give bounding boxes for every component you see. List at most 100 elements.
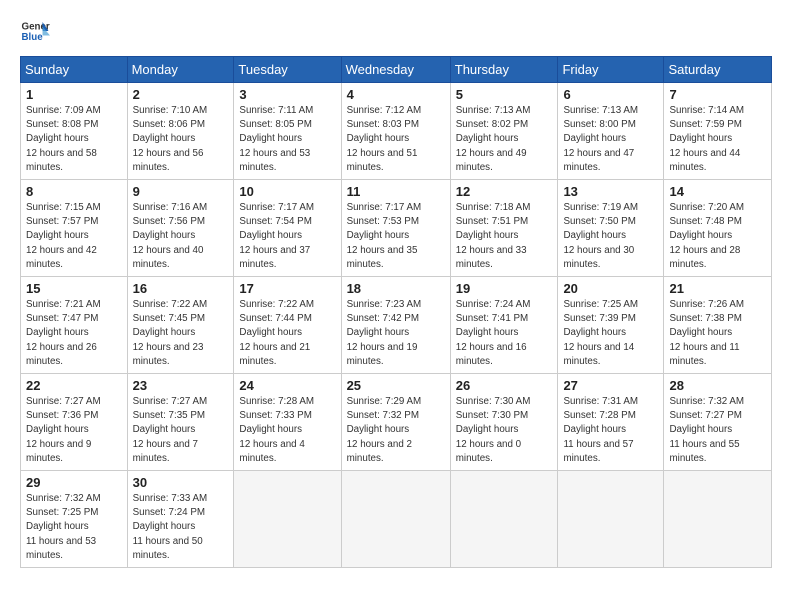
day-cell: 1 Sunrise: 7:09 AMSunset: 8:08 PMDayligh… xyxy=(21,83,128,180)
weekday-header-friday: Friday xyxy=(558,57,664,83)
day-cell: 9 Sunrise: 7:16 AMSunset: 7:56 PMDayligh… xyxy=(127,180,234,277)
day-info: Sunrise: 7:22 AMSunset: 7:45 PMDaylight … xyxy=(133,299,208,367)
day-cell: 27 Sunrise: 7:31 AMSunset: 7:28 PMDaylig… xyxy=(558,374,664,471)
day-info: Sunrise: 7:30 AMSunset: 7:30 PMDaylight … xyxy=(456,396,531,464)
day-info: Sunrise: 7:17 AMSunset: 7:54 PMDaylight … xyxy=(239,202,314,270)
day-info: Sunrise: 7:16 AMSunset: 7:56 PMDaylight … xyxy=(133,202,208,270)
day-cell xyxy=(664,471,772,568)
svg-text:Blue: Blue xyxy=(22,32,44,43)
day-cell: 10 Sunrise: 7:17 AMSunset: 7:54 PMDaylig… xyxy=(234,180,341,277)
day-cell xyxy=(341,471,450,568)
week-row-1: 1 Sunrise: 7:09 AMSunset: 8:08 PMDayligh… xyxy=(21,83,772,180)
day-number: 28 xyxy=(669,378,766,393)
day-info: Sunrise: 7:17 AMSunset: 7:53 PMDaylight … xyxy=(347,202,422,270)
day-info: Sunrise: 7:14 AMSunset: 7:59 PMDaylight … xyxy=(669,105,744,173)
day-number: 13 xyxy=(563,184,658,199)
logo-icon: General Blue xyxy=(20,16,50,46)
day-info: Sunrise: 7:15 AMSunset: 7:57 PMDaylight … xyxy=(26,202,101,270)
day-number: 16 xyxy=(133,281,229,296)
week-row-5: 29 Sunrise: 7:32 AMSunset: 7:25 PMDaylig… xyxy=(21,471,772,568)
weekday-header-tuesday: Tuesday xyxy=(234,57,341,83)
day-info: Sunrise: 7:28 AMSunset: 7:33 PMDaylight … xyxy=(239,396,314,464)
day-cell: 30 Sunrise: 7:33 AMSunset: 7:24 PMDaylig… xyxy=(127,471,234,568)
page-container: General Blue SundayMondayTuesdayWednesda… xyxy=(0,0,792,578)
weekday-header-monday: Monday xyxy=(127,57,234,83)
weekday-header-thursday: Thursday xyxy=(450,57,558,83)
day-number: 29 xyxy=(26,475,122,490)
day-cell: 22 Sunrise: 7:27 AMSunset: 7:36 PMDaylig… xyxy=(21,374,128,471)
weekday-header-wednesday: Wednesday xyxy=(341,57,450,83)
day-cell: 19 Sunrise: 7:24 AMSunset: 7:41 PMDaylig… xyxy=(450,277,558,374)
day-cell: 13 Sunrise: 7:19 AMSunset: 7:50 PMDaylig… xyxy=(558,180,664,277)
weekday-header-row: SundayMondayTuesdayWednesdayThursdayFrid… xyxy=(21,57,772,83)
day-info: Sunrise: 7:27 AMSunset: 7:36 PMDaylight … xyxy=(26,396,101,464)
day-info: Sunrise: 7:25 AMSunset: 7:39 PMDaylight … xyxy=(563,299,638,367)
day-number: 1 xyxy=(26,87,122,102)
day-cell: 29 Sunrise: 7:32 AMSunset: 7:25 PMDaylig… xyxy=(21,471,128,568)
day-cell: 28 Sunrise: 7:32 AMSunset: 7:27 PMDaylig… xyxy=(664,374,772,471)
day-info: Sunrise: 7:20 AMSunset: 7:48 PMDaylight … xyxy=(669,202,744,270)
day-number: 14 xyxy=(669,184,766,199)
day-number: 17 xyxy=(239,281,335,296)
day-cell: 6 Sunrise: 7:13 AMSunset: 8:00 PMDayligh… xyxy=(558,83,664,180)
day-info: Sunrise: 7:19 AMSunset: 7:50 PMDaylight … xyxy=(563,202,638,270)
day-info: Sunrise: 7:23 AMSunset: 7:42 PMDaylight … xyxy=(347,299,422,367)
day-info: Sunrise: 7:13 AMSunset: 8:02 PMDaylight … xyxy=(456,105,531,173)
day-cell: 2 Sunrise: 7:10 AMSunset: 8:06 PMDayligh… xyxy=(127,83,234,180)
day-cell xyxy=(234,471,341,568)
calendar-table: SundayMondayTuesdayWednesdayThursdayFrid… xyxy=(20,56,772,568)
day-cell: 3 Sunrise: 7:11 AMSunset: 8:05 PMDayligh… xyxy=(234,83,341,180)
day-info: Sunrise: 7:33 AMSunset: 7:24 PMDaylight … xyxy=(133,493,208,561)
day-cell: 16 Sunrise: 7:22 AMSunset: 7:45 PMDaylig… xyxy=(127,277,234,374)
day-cell: 14 Sunrise: 7:20 AMSunset: 7:48 PMDaylig… xyxy=(664,180,772,277)
day-info: Sunrise: 7:09 AMSunset: 8:08 PMDaylight … xyxy=(26,105,101,173)
day-number: 27 xyxy=(563,378,658,393)
day-number: 11 xyxy=(347,184,445,199)
logo: General Blue xyxy=(20,16,50,46)
day-cell: 17 Sunrise: 7:22 AMSunset: 7:44 PMDaylig… xyxy=(234,277,341,374)
day-info: Sunrise: 7:18 AMSunset: 7:51 PMDaylight … xyxy=(456,202,531,270)
day-number: 18 xyxy=(347,281,445,296)
day-info: Sunrise: 7:13 AMSunset: 8:00 PMDaylight … xyxy=(563,105,638,173)
day-number: 10 xyxy=(239,184,335,199)
day-cell: 23 Sunrise: 7:27 AMSunset: 7:35 PMDaylig… xyxy=(127,374,234,471)
day-cell: 20 Sunrise: 7:25 AMSunset: 7:39 PMDaylig… xyxy=(558,277,664,374)
day-cell: 26 Sunrise: 7:30 AMSunset: 7:30 PMDaylig… xyxy=(450,374,558,471)
week-row-3: 15 Sunrise: 7:21 AMSunset: 7:47 PMDaylig… xyxy=(21,277,772,374)
day-cell: 5 Sunrise: 7:13 AMSunset: 8:02 PMDayligh… xyxy=(450,83,558,180)
day-number: 9 xyxy=(133,184,229,199)
day-number: 21 xyxy=(669,281,766,296)
day-number: 20 xyxy=(563,281,658,296)
day-cell: 4 Sunrise: 7:12 AMSunset: 8:03 PMDayligh… xyxy=(341,83,450,180)
day-info: Sunrise: 7:10 AMSunset: 8:06 PMDaylight … xyxy=(133,105,208,173)
day-number: 30 xyxy=(133,475,229,490)
day-number: 22 xyxy=(26,378,122,393)
week-row-4: 22 Sunrise: 7:27 AMSunset: 7:36 PMDaylig… xyxy=(21,374,772,471)
day-number: 23 xyxy=(133,378,229,393)
day-number: 2 xyxy=(133,87,229,102)
day-info: Sunrise: 7:21 AMSunset: 7:47 PMDaylight … xyxy=(26,299,101,367)
header: General Blue xyxy=(20,16,772,46)
day-cell: 7 Sunrise: 7:14 AMSunset: 7:59 PMDayligh… xyxy=(664,83,772,180)
day-info: Sunrise: 7:11 AMSunset: 8:05 PMDaylight … xyxy=(239,105,313,173)
day-info: Sunrise: 7:29 AMSunset: 7:32 PMDaylight … xyxy=(347,396,422,464)
day-cell xyxy=(450,471,558,568)
day-number: 24 xyxy=(239,378,335,393)
weekday-header-saturday: Saturday xyxy=(664,57,772,83)
day-cell: 25 Sunrise: 7:29 AMSunset: 7:32 PMDaylig… xyxy=(341,374,450,471)
day-cell: 21 Sunrise: 7:26 AMSunset: 7:38 PMDaylig… xyxy=(664,277,772,374)
day-number: 25 xyxy=(347,378,445,393)
day-number: 3 xyxy=(239,87,335,102)
day-cell: 18 Sunrise: 7:23 AMSunset: 7:42 PMDaylig… xyxy=(341,277,450,374)
day-info: Sunrise: 7:12 AMSunset: 8:03 PMDaylight … xyxy=(347,105,422,173)
day-info: Sunrise: 7:32 AMSunset: 7:27 PMDaylight … xyxy=(669,396,744,464)
day-cell: 24 Sunrise: 7:28 AMSunset: 7:33 PMDaylig… xyxy=(234,374,341,471)
day-number: 19 xyxy=(456,281,553,296)
day-number: 26 xyxy=(456,378,553,393)
day-number: 5 xyxy=(456,87,553,102)
day-number: 6 xyxy=(563,87,658,102)
weekday-header-sunday: Sunday xyxy=(21,57,128,83)
day-info: Sunrise: 7:26 AMSunset: 7:38 PMDaylight … xyxy=(669,299,744,367)
day-info: Sunrise: 7:31 AMSunset: 7:28 PMDaylight … xyxy=(563,396,638,464)
day-info: Sunrise: 7:32 AMSunset: 7:25 PMDaylight … xyxy=(26,493,101,561)
